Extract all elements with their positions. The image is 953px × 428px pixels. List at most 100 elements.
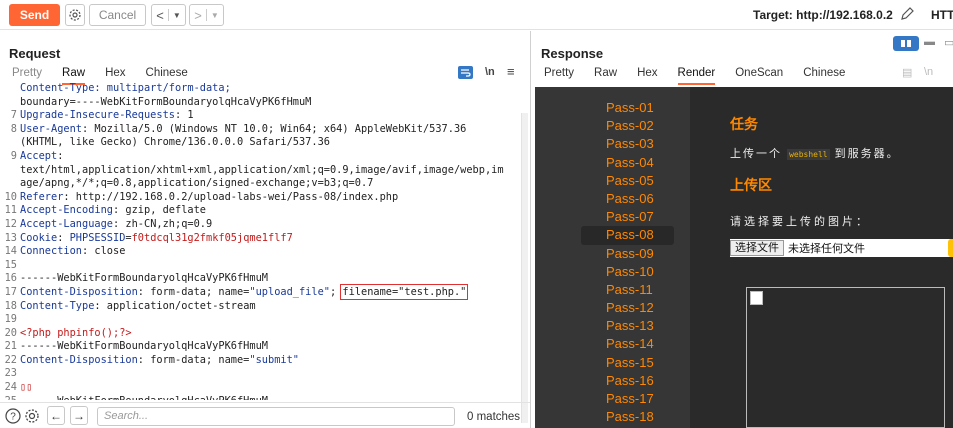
code-line: 15 <box>0 259 519 273</box>
code-line: 23 <box>0 367 519 381</box>
pass-link-pass-04[interactable]: Pass-04 <box>581 154 674 172</box>
pass-link-pass-15[interactable]: Pass-15 <box>581 354 674 372</box>
code-line: 9 Accept: <box>0 150 519 164</box>
code-token: Accept-Language <box>20 217 113 230</box>
arrow-right-icon: → <box>73 408 85 423</box>
pass-link-pass-12[interactable]: Pass-12 <box>581 299 674 317</box>
search-prev-button[interactable]: ← <box>47 406 65 425</box>
line-text: Content-Disposition: form-data; name="up… <box>20 283 519 300</box>
cancel-button[interactable]: Cancel <box>89 4 146 26</box>
code-line: Content-Type: multipart/form-data; <box>0 82 519 96</box>
code-token: ▯▯ <box>20 381 33 394</box>
pass-link-pass-11[interactable]: Pass-11 <box>581 281 674 299</box>
code-token: : close <box>82 245 126 258</box>
pass-link-pass-01[interactable]: Pass-01 <box>581 99 674 117</box>
code-token: : http://192.168.0.2/upload-labs-wei/Pas… <box>63 190 399 203</box>
highlighted-filename: filename="test.php." <box>340 283 469 300</box>
line-number: 15 <box>4 258 17 271</box>
back-button[interactable]: < ▼ <box>151 4 186 26</box>
layout-tab-icon[interactable]: ▭ <box>944 36 953 49</box>
line-text: ------WebKitFormBoundaryolqHcaVyPK6fHmuM <box>20 272 519 286</box>
code-token: : form-data; name= <box>137 285 250 298</box>
gear-icon <box>69 9 81 21</box>
search-next-button[interactable]: → <box>70 406 88 425</box>
pass-link-pass-09[interactable]: Pass-09 <box>581 245 674 263</box>
gear-icon[interactable] <box>24 408 40 424</box>
settings-gear-button[interactable] <box>65 4 85 26</box>
tab-hex[interactable]: Hex <box>637 67 657 85</box>
tab-pretty[interactable]: Pretty <box>544 67 574 85</box>
menu-icon[interactable]: ≡ <box>507 64 515 79</box>
line-number: 13 <box>4 231 17 244</box>
pass-link-pass-02[interactable]: Pass-02 <box>581 117 674 135</box>
newline-toggle-icon[interactable]: \n <box>485 66 495 78</box>
line-number <box>0 177 20 191</box>
upload-heading: 上传区 <box>730 177 772 193</box>
pass-link-pass-10[interactable]: Pass-10 <box>581 263 674 281</box>
line-text: Content-Type: multipart/form-data; <box>20 82 519 96</box>
pass-link-pass-18[interactable]: Pass-18 <box>581 408 674 426</box>
pass-link-pass-06[interactable]: Pass-06 <box>581 190 674 208</box>
edit-pencil-icon[interactable] <box>899 6 915 22</box>
pass-link-pass-07[interactable]: Pass-07 <box>581 208 674 226</box>
line-text: User-Agent: Mozilla/5.0 (Windows NT 10.0… <box>20 123 519 137</box>
line-number: 17 <box>4 285 17 298</box>
forward-button[interactable]: > ▼ <box>189 4 224 26</box>
choose-file-button[interactable]: 选择文件 <box>730 240 784 256</box>
code-line: 11 Accept-Encoding: gzip, deflate <box>0 204 519 218</box>
code-line: boundary=----WebKitFormBoundaryolqHcaVyP… <box>0 96 519 110</box>
pass-link-pass-05[interactable]: Pass-05 <box>581 172 674 190</box>
upload-submit-button[interactable] <box>948 239 953 257</box>
tab-onescan[interactable]: OneScan <box>735 67 783 85</box>
request-title: Request <box>9 46 61 61</box>
pass-link-pass-14[interactable]: Pass-14 <box>581 335 674 353</box>
line-text <box>20 259 519 273</box>
line-number: 16 <box>4 272 17 285</box>
search-input[interactable]: Search... <box>97 407 455 426</box>
help-icon[interactable]: ? <box>5 408 21 424</box>
line-text: Accept-Encoding: gzip, deflate <box>20 204 519 218</box>
line-text: boundary=----WebKitFormBoundaryolqHcaVyP… <box>20 96 519 110</box>
code-line: 18 Content-Type: application/octet-stream <box>0 300 519 314</box>
code-token: Content-Disposition <box>20 353 138 366</box>
send-button[interactable]: Send <box>9 4 60 26</box>
pass-link-pass-13[interactable]: Pass-13 <box>581 317 674 335</box>
response-pane: Response ▬ ▭ Pretty Raw Hex Render OneSc… <box>532 31 953 428</box>
tab-raw[interactable]: Raw <box>594 67 617 85</box>
code-token: "submit" <box>249 353 299 366</box>
pass-link-pass-16[interactable]: Pass-16 <box>581 372 674 390</box>
line-number: 18 <box>4 299 17 312</box>
layout-stacked-icon[interactable]: ▬ <box>924 36 935 48</box>
code-line: 13 Cookie: PHPSESSID=f0tdcql31g2fmkf05jqm… <box>0 232 519 246</box>
code-line: age/apng,*/*;q=0.8,application/signed-ex… <box>0 177 519 191</box>
layout-side-by-side-icon[interactable] <box>893 36 919 51</box>
line-text: ▯▯ <box>20 381 519 395</box>
line-number: 24 <box>4 381 17 394</box>
code-token: Cookie <box>20 231 58 244</box>
tab-chinese[interactable]: Chinese <box>803 67 845 85</box>
pass-list: Pass-01 Pass-02 Pass-03 Pass-04 Pass-05 Pass-… <box>581 99 674 426</box>
line-text: ------WebKitFormBoundaryolqHcaVyPK6fHmuM… <box>20 395 519 400</box>
line-number: 14 <box>4 245 17 258</box>
code-token: age/apng,*/*;q=0.8,application/signed-ex… <box>20 177 374 190</box>
wrap-toggle-icon[interactable]: ▤ <box>902 66 912 79</box>
line-number: 19 <box>4 313 17 326</box>
file-input[interactable]: 选择文件 未选择任何文件 <box>730 239 953 257</box>
pass-link-pass-03[interactable]: Pass-03 <box>581 135 674 153</box>
pass-link-pass-17[interactable]: Pass-17 <box>581 390 674 408</box>
line-text: Referer: http://192.168.0.2/upload-labs-… <box>20 191 519 205</box>
line-text: (KHTML, like Gecko) Chrome/136.0.0.0 Saf… <box>20 136 519 150</box>
request-editor[interactable]: Content-Type: multipart/form-data; bounda… <box>0 82 519 400</box>
code-token: (KHTML, like Gecko) Chrome/136.0.0.0 Saf… <box>20 136 330 149</box>
choose-text: 请选择要上传的图片： <box>730 216 870 228</box>
task-text: 上传一个 webshell 到服务器。 <box>730 148 900 160</box>
toolbar: Send Cancel < ▼ > ▼ Target: http://192.1… <box>0 0 953 30</box>
pass-link-pass-08[interactable]: Pass-08 <box>581 226 674 245</box>
dropdown-arrow-icon: ▼ <box>210 10 219 20</box>
wrap-toggle-icon[interactable] <box>458 66 473 79</box>
line-number <box>0 96 20 110</box>
tab-render[interactable]: Render <box>677 67 716 85</box>
newline-toggle-icon[interactable]: \n <box>924 66 933 78</box>
request-scrollbar[interactable] <box>521 113 528 423</box>
code-line: (KHTML, like Gecko) Chrome/136.0.0.0 Saf… <box>0 136 519 150</box>
